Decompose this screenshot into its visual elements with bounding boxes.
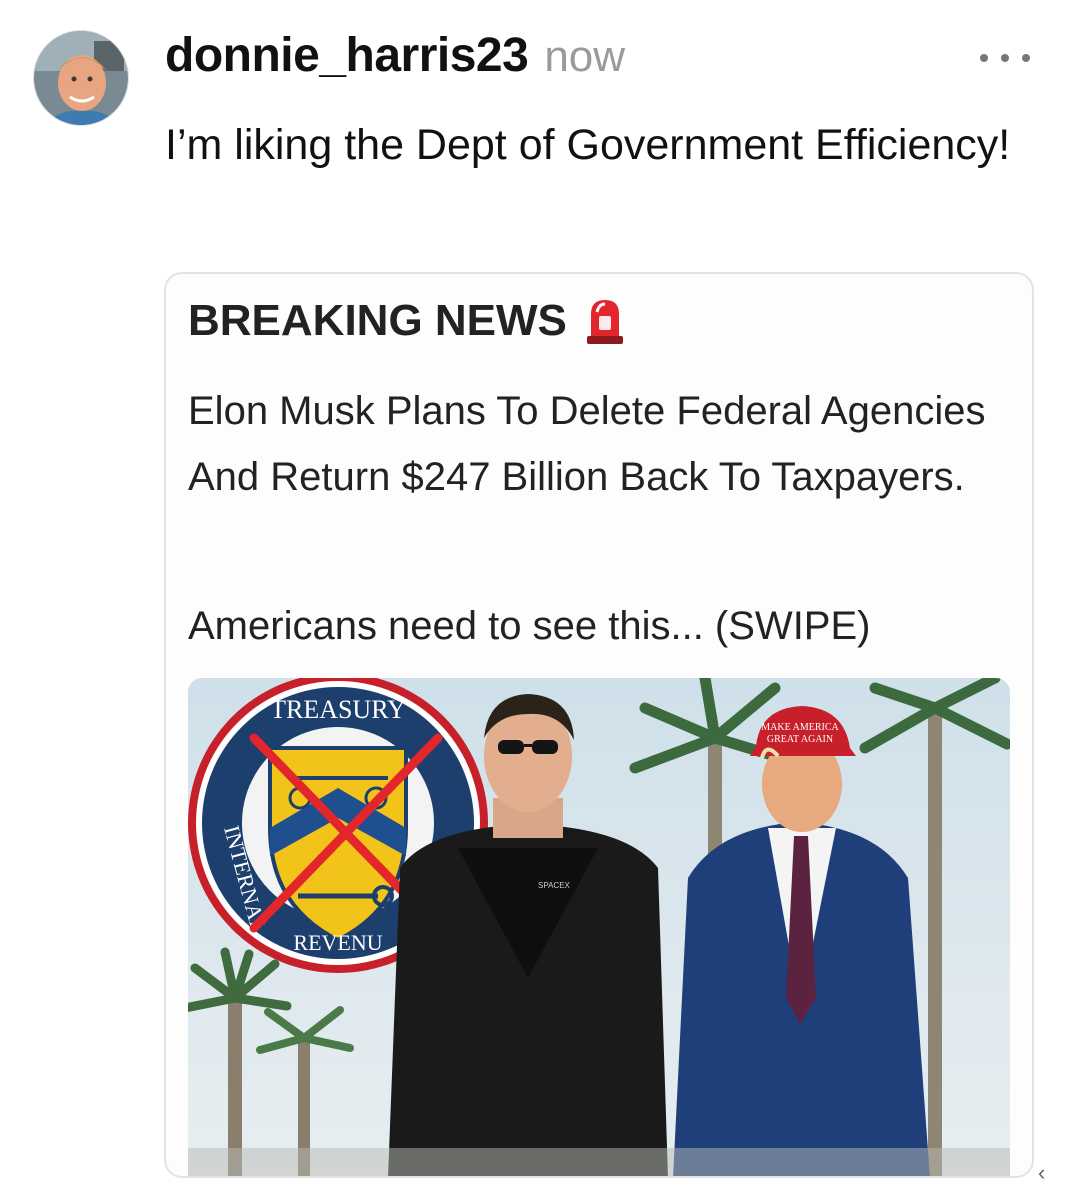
- more-horizontal-icon[interactable]: [980, 48, 1030, 68]
- post-text: I’m liking the Dept of Government Effici…: [165, 121, 1011, 169]
- card-headline: BREAKING NEWS: [188, 296, 567, 345]
- more-dot: [980, 54, 988, 62]
- card-cta: Americans need to see this... (SWIPE): [188, 604, 871, 648]
- card-body: Elon Musk Plans To Delete Federal Agenci…: [188, 389, 986, 499]
- shirt-text: SPACEX: [538, 881, 571, 890]
- more-dot: [1001, 54, 1009, 62]
- more-dot: [1022, 54, 1030, 62]
- avatar[interactable]: [33, 30, 129, 126]
- card-headline-row: BREAKING NEWS: [188, 296, 627, 346]
- siren-icon: [586, 300, 623, 344]
- hat-text-line1: MAKE AMERICA: [761, 722, 839, 733]
- seal-bottom-text: REVENU: [293, 930, 382, 955]
- username[interactable]: donnie_harris23: [165, 28, 529, 83]
- timestamp: now: [544, 32, 626, 81]
- seal-top-text: TREASURY: [270, 695, 406, 724]
- link-preview-card[interactable]: BREAKING NEWS Elon Musk Plans To Delete …: [164, 272, 1034, 1178]
- post-header: donnie_harris23 now: [165, 28, 625, 92]
- scroll-indicator: ‹: [1038, 1160, 1046, 1185]
- news-photo[interactable]: TREASURY INTERNAL REVENU SPACEX MAKE AME…: [188, 678, 1010, 1176]
- hat-text-line2: GREAT AGAIN: [767, 734, 833, 745]
